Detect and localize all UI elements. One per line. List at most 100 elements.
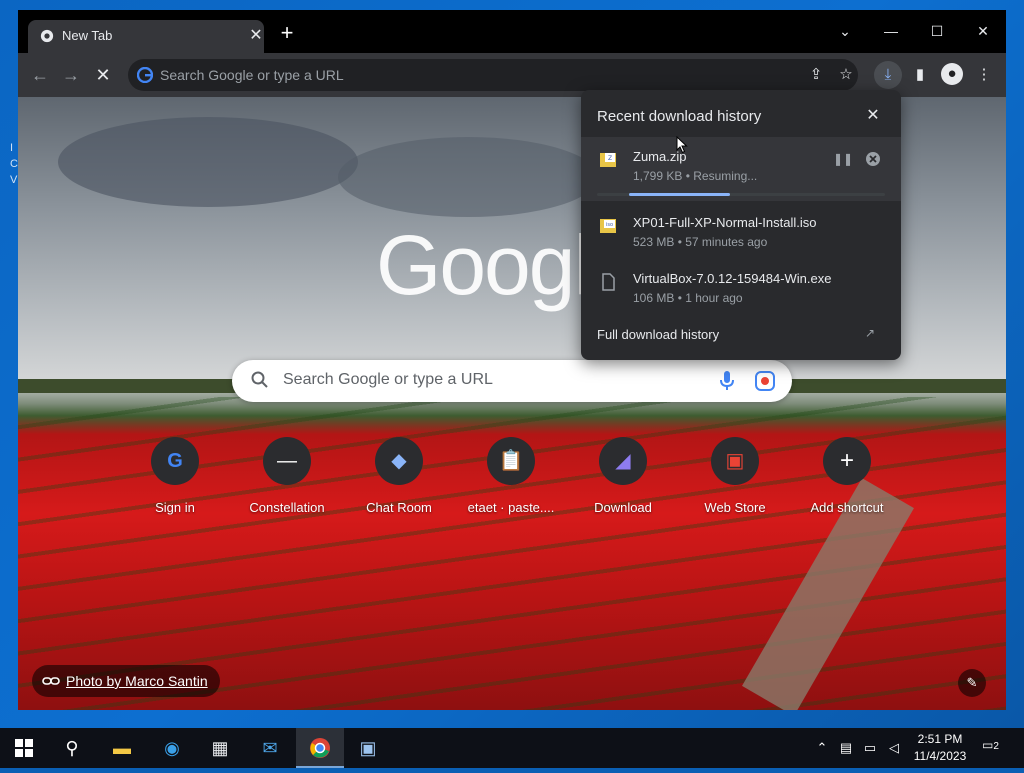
chevron-up-icon[interactable]: ⌃ bbox=[814, 738, 830, 758]
shortcut-chat-room[interactable]: ◆ Chat Room bbox=[343, 437, 455, 527]
shortcut-constellation[interactable]: — Constellation bbox=[231, 437, 343, 527]
shortcut-sign-in[interactable]: G Sign in bbox=[119, 437, 231, 527]
download-status: 1,799 KB • Resuming... bbox=[633, 169, 758, 183]
shortcut-download[interactable]: ◢ Download bbox=[567, 437, 679, 527]
back-button[interactable]: ← bbox=[28, 63, 52, 87]
search-icon bbox=[251, 371, 268, 388]
new-tab-button[interactable]: + bbox=[276, 22, 298, 44]
shortcut-paste[interactable]: 📋 etaet · paste.... bbox=[455, 437, 567, 527]
shortcut-label: Sign in bbox=[155, 500, 195, 515]
downloads-icon[interactable]: ⤓ bbox=[874, 61, 902, 89]
stop-loading-button[interactable]: ✕ bbox=[91, 63, 115, 87]
mail-icon[interactable]: ✉ bbox=[246, 728, 294, 768]
download-status: 523 MB • 57 minutes ago bbox=[633, 235, 768, 249]
tab-search-chevron-icon[interactable]: ⌄ bbox=[822, 16, 868, 46]
xp-app-taskbar-icon[interactable]: ▣ bbox=[344, 728, 392, 768]
web-store-icon: ▣ bbox=[725, 450, 745, 472]
shortcut-label: Constellation bbox=[249, 500, 325, 515]
taskbar-clock[interactable]: 2:51 PM 11/4/2023 bbox=[908, 731, 972, 765]
minimize-button[interactable]: — bbox=[868, 16, 914, 46]
chrome-taskbar-icon[interactable] bbox=[296, 728, 344, 768]
close-tab-icon[interactable]: ✕ bbox=[248, 25, 264, 45]
forward-button[interactable]: → bbox=[59, 63, 83, 87]
shortcut-label: etaet · paste.... bbox=[467, 500, 555, 515]
background-cloud bbox=[58, 117, 358, 207]
bookmark-star-icon[interactable]: ☆ bbox=[836, 65, 856, 85]
download-bubble-title: Recent download history bbox=[597, 108, 762, 125]
iso-file-icon: iso bbox=[600, 219, 616, 233]
chrome-window: New Tab ✕ + ⌄ — ☐ ✕ ← → ✕ Search Google … bbox=[18, 10, 1006, 710]
close-window-button[interactable]: ✕ bbox=[960, 16, 1006, 46]
svg-text:Z: Z bbox=[608, 155, 612, 162]
microsoft-store-icon[interactable]: ▦ bbox=[196, 728, 244, 768]
open-external-icon[interactable]: ↗ bbox=[865, 326, 881, 342]
ntp-search-box[interactable]: Search Google or type a URL bbox=[232, 360, 792, 402]
download-filename: XP01-Full-XP-Normal-Install.iso bbox=[633, 215, 817, 230]
dash-icon: — bbox=[277, 450, 297, 472]
download-bubble: Recent download history ✕ Z Zuma.zip 1,7… bbox=[581, 90, 901, 360]
download-progress-fill bbox=[629, 193, 730, 196]
notification-count: 2 bbox=[993, 741, 999, 752]
google-icon bbox=[137, 67, 153, 83]
chat-room-icon: ◆ bbox=[391, 450, 407, 472]
shortcut-add[interactable]: + Add shortcut bbox=[791, 437, 903, 527]
clock-date: 11/4/2023 bbox=[913, 749, 967, 763]
windows-logo-icon bbox=[15, 739, 33, 757]
notifications-icon[interactable]: ▭2 bbox=[982, 738, 1006, 758]
pause-icon[interactable]: ❚❚ bbox=[833, 151, 853, 167]
profile-avatar-icon[interactable]: ● bbox=[941, 63, 963, 85]
voice-search-icon[interactable] bbox=[718, 370, 736, 392]
download-filename: VirtualBox-7.0.12-159484-Win.exe bbox=[633, 271, 832, 286]
side-panel-icon[interactable]: ▮ bbox=[910, 65, 930, 85]
svg-text:iso: iso bbox=[606, 222, 613, 228]
edge-icon[interactable]: ◉ bbox=[148, 728, 196, 768]
clock-time: 2:51 PM bbox=[917, 732, 963, 746]
network-icon[interactable]: ▭ bbox=[862, 738, 878, 758]
shortcut-label: Download bbox=[594, 500, 652, 515]
tab-title: New Tab bbox=[62, 28, 113, 43]
ntp-search-placeholder: Search Google or type a URL bbox=[283, 371, 493, 388]
clipboard-icon: 📋 bbox=[498, 450, 524, 472]
search-icon[interactable]: ⚲ bbox=[48, 728, 96, 768]
chrome-favicon-icon bbox=[40, 29, 54, 43]
photo-credit-text: Photo by Marco Santin bbox=[66, 673, 208, 689]
tab-strip: New Tab ✕ + ⌄ — ☐ ✕ bbox=[18, 10, 1006, 53]
download-item[interactable]: Z Zuma.zip 1,799 KB • Resuming... ❚❚ bbox=[581, 137, 901, 201]
mouse-cursor-icon bbox=[676, 136, 688, 154]
photo-credit-link[interactable]: Photo by Marco Santin bbox=[32, 665, 220, 697]
cancel-download-icon[interactable] bbox=[863, 149, 883, 169]
download-item[interactable]: iso XP01-Full-XP-Normal-Install.iso 523 … bbox=[581, 203, 901, 267]
taskbar: ⚲ ▬ ◉ ▦ ✉ ▣ ⌃ ▤ ▭ ◁ 2:51 PM 11/4/2023 ▭2 bbox=[0, 728, 1024, 768]
file-icon bbox=[602, 273, 615, 291]
shortcut-label: Chat Room bbox=[366, 500, 432, 515]
close-icon[interactable]: ✕ bbox=[863, 106, 883, 126]
link-icon bbox=[42, 677, 60, 685]
start-button[interactable] bbox=[0, 728, 48, 768]
address-bar-placeholder: Search Google or type a URL bbox=[160, 67, 344, 83]
address-bar[interactable]: Search Google or type a URL ⇪ ☆ bbox=[128, 59, 858, 91]
chrome-icon bbox=[310, 738, 330, 758]
google-icon: G bbox=[167, 450, 183, 472]
download-item[interactable]: VirtualBox-7.0.12-159484-Win.exe 106 MB … bbox=[581, 259, 901, 323]
google-lens-icon[interactable] bbox=[754, 370, 776, 392]
menu-kebab-icon[interactable]: ⋮ bbox=[974, 65, 994, 85]
file-explorer-icon[interactable]: ▬ bbox=[98, 728, 146, 768]
full-download-history-link[interactable]: Full download history bbox=[597, 327, 719, 342]
tab-new-tab[interactable]: New Tab ✕ bbox=[28, 20, 264, 53]
shortcut-label: Web Store bbox=[704, 500, 766, 515]
share-icon[interactable]: ⇪ bbox=[806, 65, 826, 85]
volume-muted-icon[interactable]: ◁ bbox=[886, 738, 902, 758]
notification-glyph: ▭ bbox=[982, 738, 994, 752]
shortcut-label: Add shortcut bbox=[810, 500, 884, 515]
desktop-icon-fragment: ICV bbox=[10, 142, 18, 186]
tray-app-icon[interactable]: ▤ bbox=[838, 738, 854, 758]
zip-file-icon: Z bbox=[600, 153, 616, 167]
plus-icon: + bbox=[839, 447, 854, 474]
shortcut-web-store[interactable]: ▣ Web Store bbox=[679, 437, 791, 527]
maximize-button[interactable]: ☐ bbox=[914, 16, 960, 46]
download-status: 106 MB • 1 hour ago bbox=[633, 291, 743, 305]
download-app-icon: ◢ bbox=[615, 450, 631, 472]
background-cloud bbox=[338, 137, 598, 217]
customize-pencil-icon[interactable]: ✎ bbox=[958, 669, 986, 697]
download-progress-bar bbox=[597, 193, 885, 196]
